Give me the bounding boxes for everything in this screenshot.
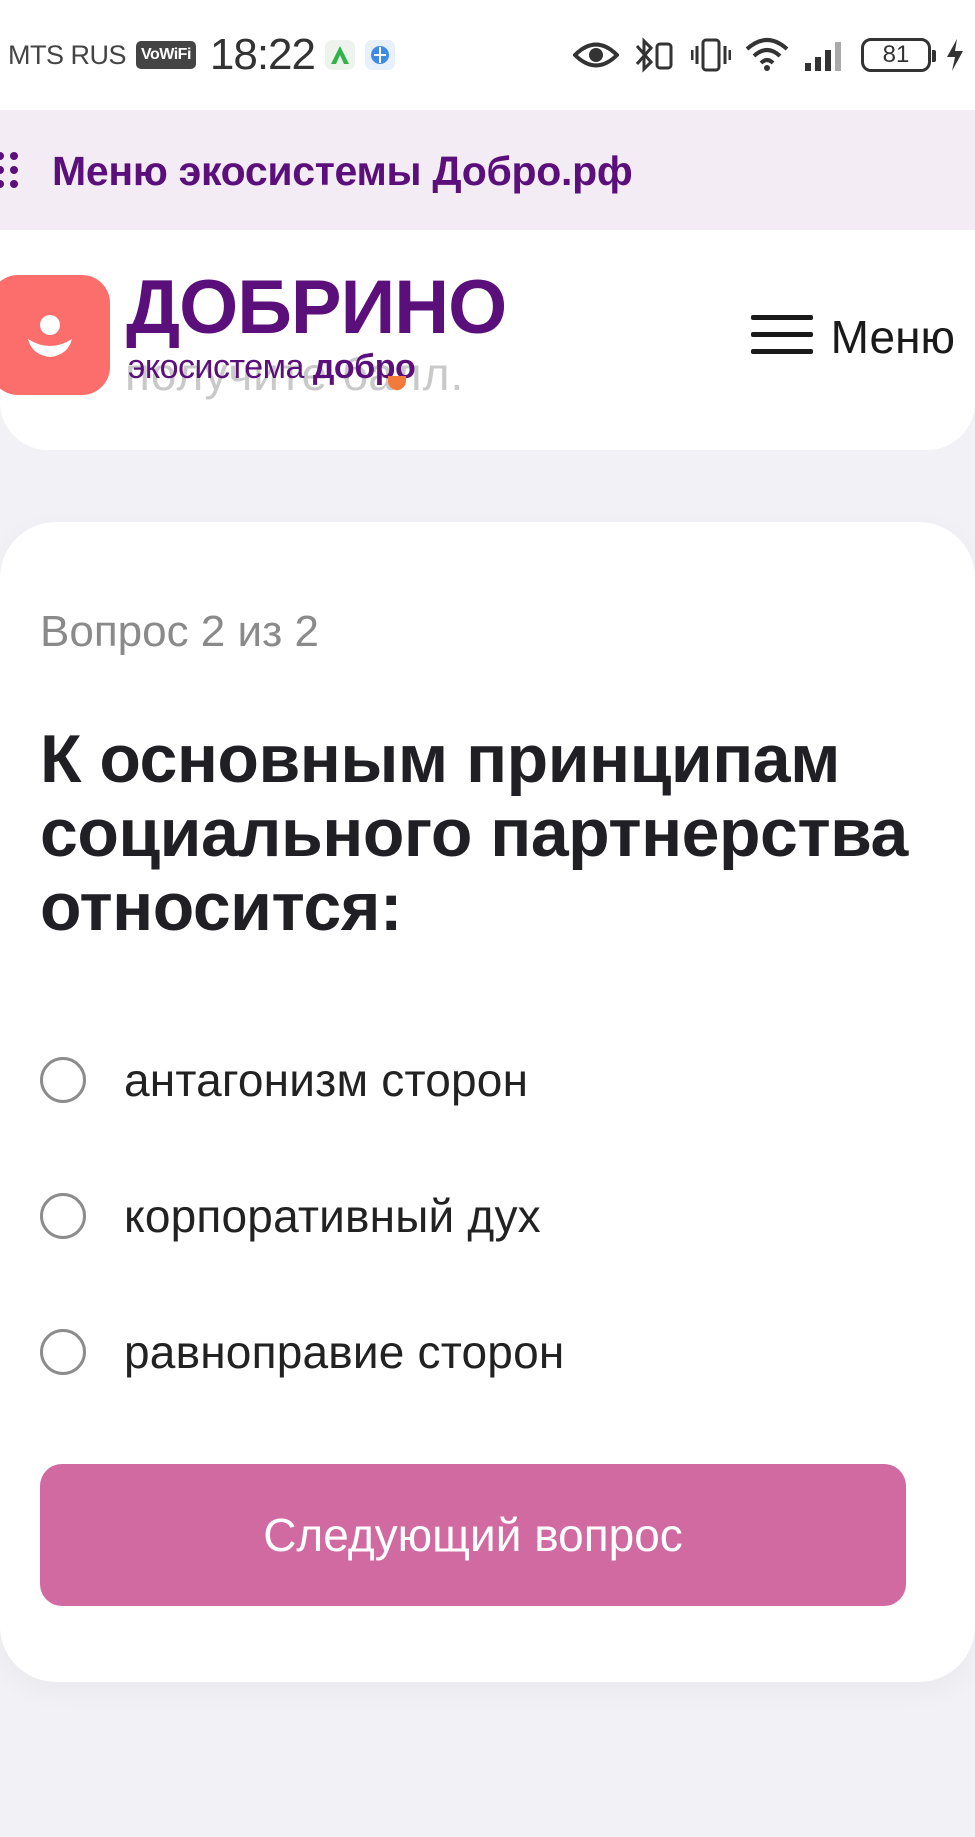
signal-icon (803, 37, 847, 73)
eye-icon (573, 40, 619, 70)
answer-option[interactable]: антагонизм сторон (40, 1012, 920, 1148)
question-counter: Вопрос 2 из 2 (40, 607, 319, 656)
clock: 18:22 (209, 30, 316, 79)
menu-label: Меню (830, 311, 955, 363)
battery-indicator: 81 (861, 38, 936, 72)
radio-button[interactable] (40, 1193, 86, 1239)
grid-dots-icon (0, 150, 24, 195)
quiz-card: Вопрос 2 из 2 К основным принципам социа… (0, 522, 975, 1682)
logo-icon[interactable] (0, 275, 110, 395)
logo-subtitle: экосистема добро (128, 348, 416, 387)
wifi-icon (745, 37, 789, 73)
answer-option[interactable]: равноправие сторон (40, 1284, 920, 1420)
menu-button[interactable]: Меню (750, 310, 955, 364)
answer-label[interactable]: корпоративный дух (124, 1189, 541, 1243)
answer-label[interactable]: антагонизм сторон (124, 1053, 528, 1107)
app-notification-icon (325, 40, 355, 70)
logo-subtitle-regular: экосистема (128, 348, 313, 386)
radio-button[interactable] (40, 1057, 86, 1103)
answer-label[interactable]: равноправие сторон (124, 1325, 564, 1379)
radio-button[interactable] (40, 1329, 86, 1375)
charging-icon (945, 37, 965, 73)
vibrate-icon (691, 36, 731, 74)
logo-title[interactable]: ДОБРИНО (126, 270, 507, 346)
answer-option[interactable]: корпоративный дух (40, 1148, 920, 1284)
answer-options: антагонизм сторон корпоративный дух равн… (40, 1012, 920, 1420)
bluetooth-vibrate-icon (633, 36, 677, 74)
hamburger-icon (750, 313, 813, 362)
browser-notification-icon (365, 40, 395, 70)
ecosystem-menu-bar[interactable]: Меню экосистемы Добро.рф (0, 110, 975, 230)
question-title: К основным принципам социального партнер… (40, 721, 908, 945)
vowifi-badge: VoWiFi (136, 41, 196, 69)
status-bar: MTS RUS VoWiFi 18:22 81 (0, 0, 975, 110)
carrier-name: MTS RUS (8, 39, 127, 70)
next-question-button[interactable]: Следующий вопрос (40, 1464, 906, 1606)
ecosystem-menu-label[interactable]: Меню экосистемы Добро.рф (52, 148, 633, 195)
site-header: получите балл. ДОБРИНО экосистема добро … (0, 230, 975, 450)
